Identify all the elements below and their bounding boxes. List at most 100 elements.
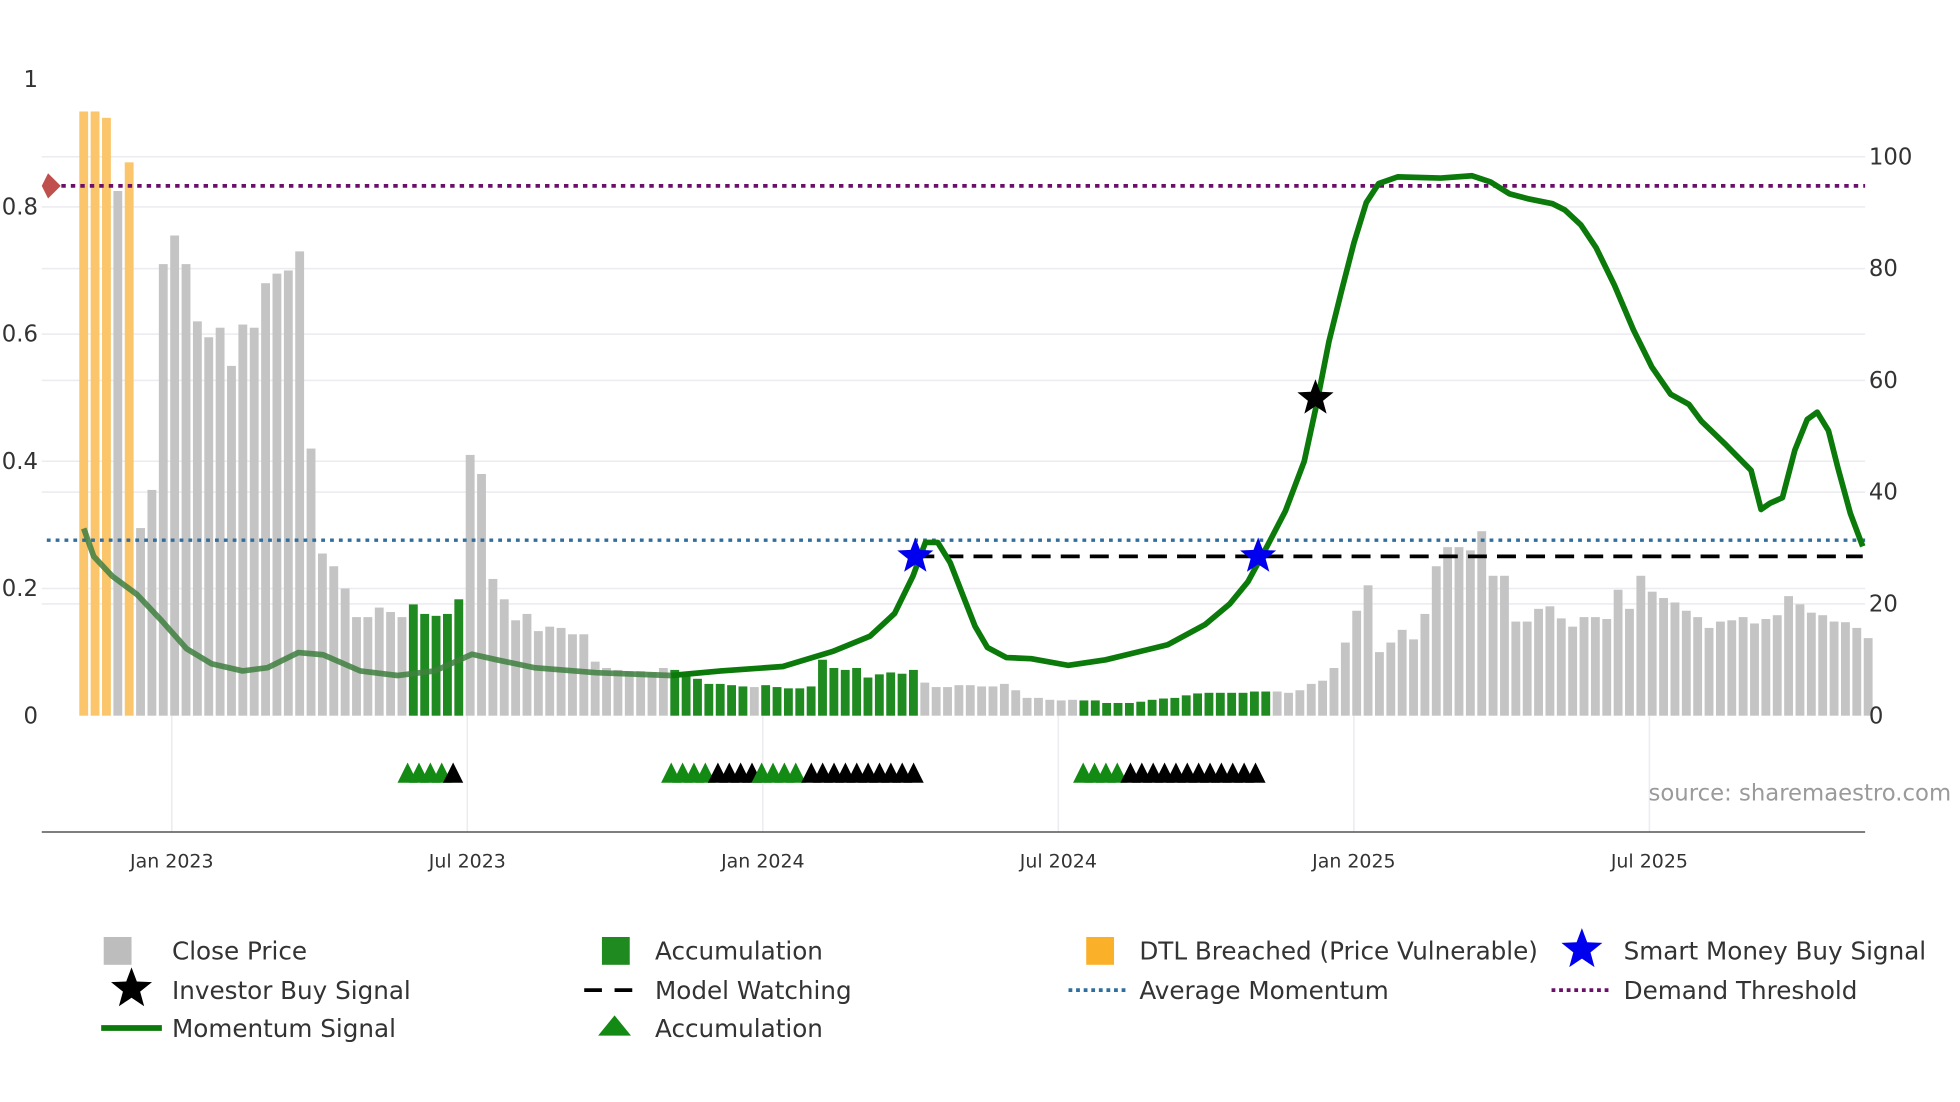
close-price-bar <box>1545 606 1555 716</box>
close-price-bar <box>1318 680 1328 716</box>
accum-bar-icon <box>601 936 630 965</box>
close-price-bar <box>113 190 123 716</box>
close-price-bar <box>1659 598 1669 716</box>
close-price-bar <box>1715 621 1725 716</box>
close-price-bar <box>1363 585 1373 716</box>
close-price-bar <box>1727 620 1737 716</box>
close-price-bar <box>1670 602 1680 716</box>
close-price-bar <box>579 634 589 716</box>
accumulation-bar <box>909 669 918 716</box>
legend-item: Investor Buy Signal <box>172 976 411 1005</box>
close-price-bar <box>158 264 168 716</box>
accumulation-bar <box>1147 699 1157 716</box>
close-price-bar <box>1681 610 1691 716</box>
close-price-bar <box>1284 692 1293 716</box>
close-price-bar <box>988 686 998 716</box>
momentum-chart: 0 0.2 0.4 0.6 0.8 1 0 20 40 60 80 100 Jan 2023 Jul 20… <box>2 67 1952 1043</box>
close-price-bar <box>920 682 930 716</box>
close-price-bar <box>1806 612 1816 716</box>
close-price-bar <box>1841 622 1850 716</box>
close-price-bar <box>1534 608 1543 716</box>
accumulation-bar <box>795 688 805 716</box>
close-price-bar <box>1613 589 1623 716</box>
close-price-bar <box>374 607 384 716</box>
accumulation-bar <box>1249 691 1259 716</box>
close-price-bar <box>1829 621 1839 716</box>
close-price-bar <box>999 683 1009 716</box>
close-price-bar <box>533 631 543 716</box>
dtl-breached-bar <box>124 162 134 716</box>
accumulation-bar <box>1124 702 1134 716</box>
close-price-bar <box>1772 615 1782 716</box>
close-price-bar <box>1556 618 1566 716</box>
legend-label: Model Watching <box>655 976 852 1005</box>
close-price-bar <box>1431 566 1441 716</box>
close-price-bar <box>1522 621 1532 716</box>
close-price-bar <box>1590 617 1600 716</box>
close-price-bar <box>238 324 248 716</box>
right-axis-tick-label: 60 <box>1869 368 1898 394</box>
right-axis-tick-label: 100 <box>1869 144 1912 170</box>
legend-item: DTL Breached (Price Vulnerable) <box>1086 937 1538 966</box>
close-price-bar <box>340 588 350 716</box>
accumulation-bar <box>420 613 430 716</box>
close-price-bar <box>943 687 952 716</box>
close-price-bar <box>386 612 396 716</box>
close-price-bar <box>136 528 145 716</box>
accumulation-bar <box>1193 693 1202 716</box>
close-price-bar <box>1011 690 1021 716</box>
accumulation-bar <box>1204 692 1214 716</box>
dtl-breached-bar <box>79 111 89 716</box>
close-price-bar <box>1852 627 1862 716</box>
close-price-bar <box>1647 591 1657 716</box>
accumulation-bar <box>1079 700 1089 716</box>
accumulation-bar <box>715 683 725 716</box>
close-price-bar <box>1784 596 1794 716</box>
close-price-bar <box>647 672 657 716</box>
right-axis-tick-label: 40 <box>1869 480 1898 506</box>
left-axis-tick-label: 0 <box>23 703 37 729</box>
close-price-bar <box>465 454 475 716</box>
legend-label: Average Momentum <box>1139 976 1388 1005</box>
accumulation-bar <box>693 678 702 716</box>
close-price-bar <box>272 273 282 716</box>
accumulation-bar <box>408 604 418 716</box>
accumulation-bar <box>1181 695 1191 716</box>
close-price-bar <box>1272 691 1282 716</box>
legend-label: Investor Buy Signal <box>172 976 411 1005</box>
close-price-bar <box>1465 550 1475 716</box>
accumulation-bar <box>818 659 827 716</box>
accumulation-bar <box>863 677 873 716</box>
legend-item: Smart Money Buy Signal <box>1624 937 1927 966</box>
close-price-bar <box>329 566 339 716</box>
close-price-bar <box>624 671 634 716</box>
close-price-bar <box>249 327 259 716</box>
legend-label: Close Price <box>172 937 307 966</box>
left-axis-tick-label: 0.4 <box>2 449 38 475</box>
close-price-bar <box>1477 531 1487 716</box>
close-price-bar <box>1420 613 1430 716</box>
source-label: source: sharemaestro.com <box>1649 780 1952 806</box>
legend-label: Momentum Signal <box>172 1014 396 1043</box>
accumulation-bar <box>681 676 691 716</box>
dtl-breached-bar <box>102 117 111 716</box>
close-price-bar <box>1511 621 1521 716</box>
close-price-bar <box>1306 683 1316 716</box>
legend-item: Accumulation <box>601 936 823 966</box>
legend-item: Model Watching <box>584 976 852 1005</box>
x-axis-tick-label: Jul 2025 <box>1610 850 1688 872</box>
left-axis-tick-label: 0.8 <box>2 194 38 220</box>
close-price-bar <box>1068 699 1077 716</box>
close-price-bar <box>1340 642 1350 716</box>
close-price-bar <box>1602 619 1612 716</box>
close-price-bar <box>1693 617 1703 716</box>
close-price-bar <box>1034 697 1043 716</box>
accumulation-bar <box>840 669 850 716</box>
close-price-bar <box>613 669 623 716</box>
accumulation-bar <box>783 688 793 716</box>
close-price-bar <box>1761 619 1771 716</box>
close-price-bar <box>1454 547 1464 716</box>
x-axis-tick-label: Jul 2024 <box>1019 850 1097 872</box>
close-price-bar <box>1568 626 1578 716</box>
close-price-bar <box>1488 575 1498 716</box>
